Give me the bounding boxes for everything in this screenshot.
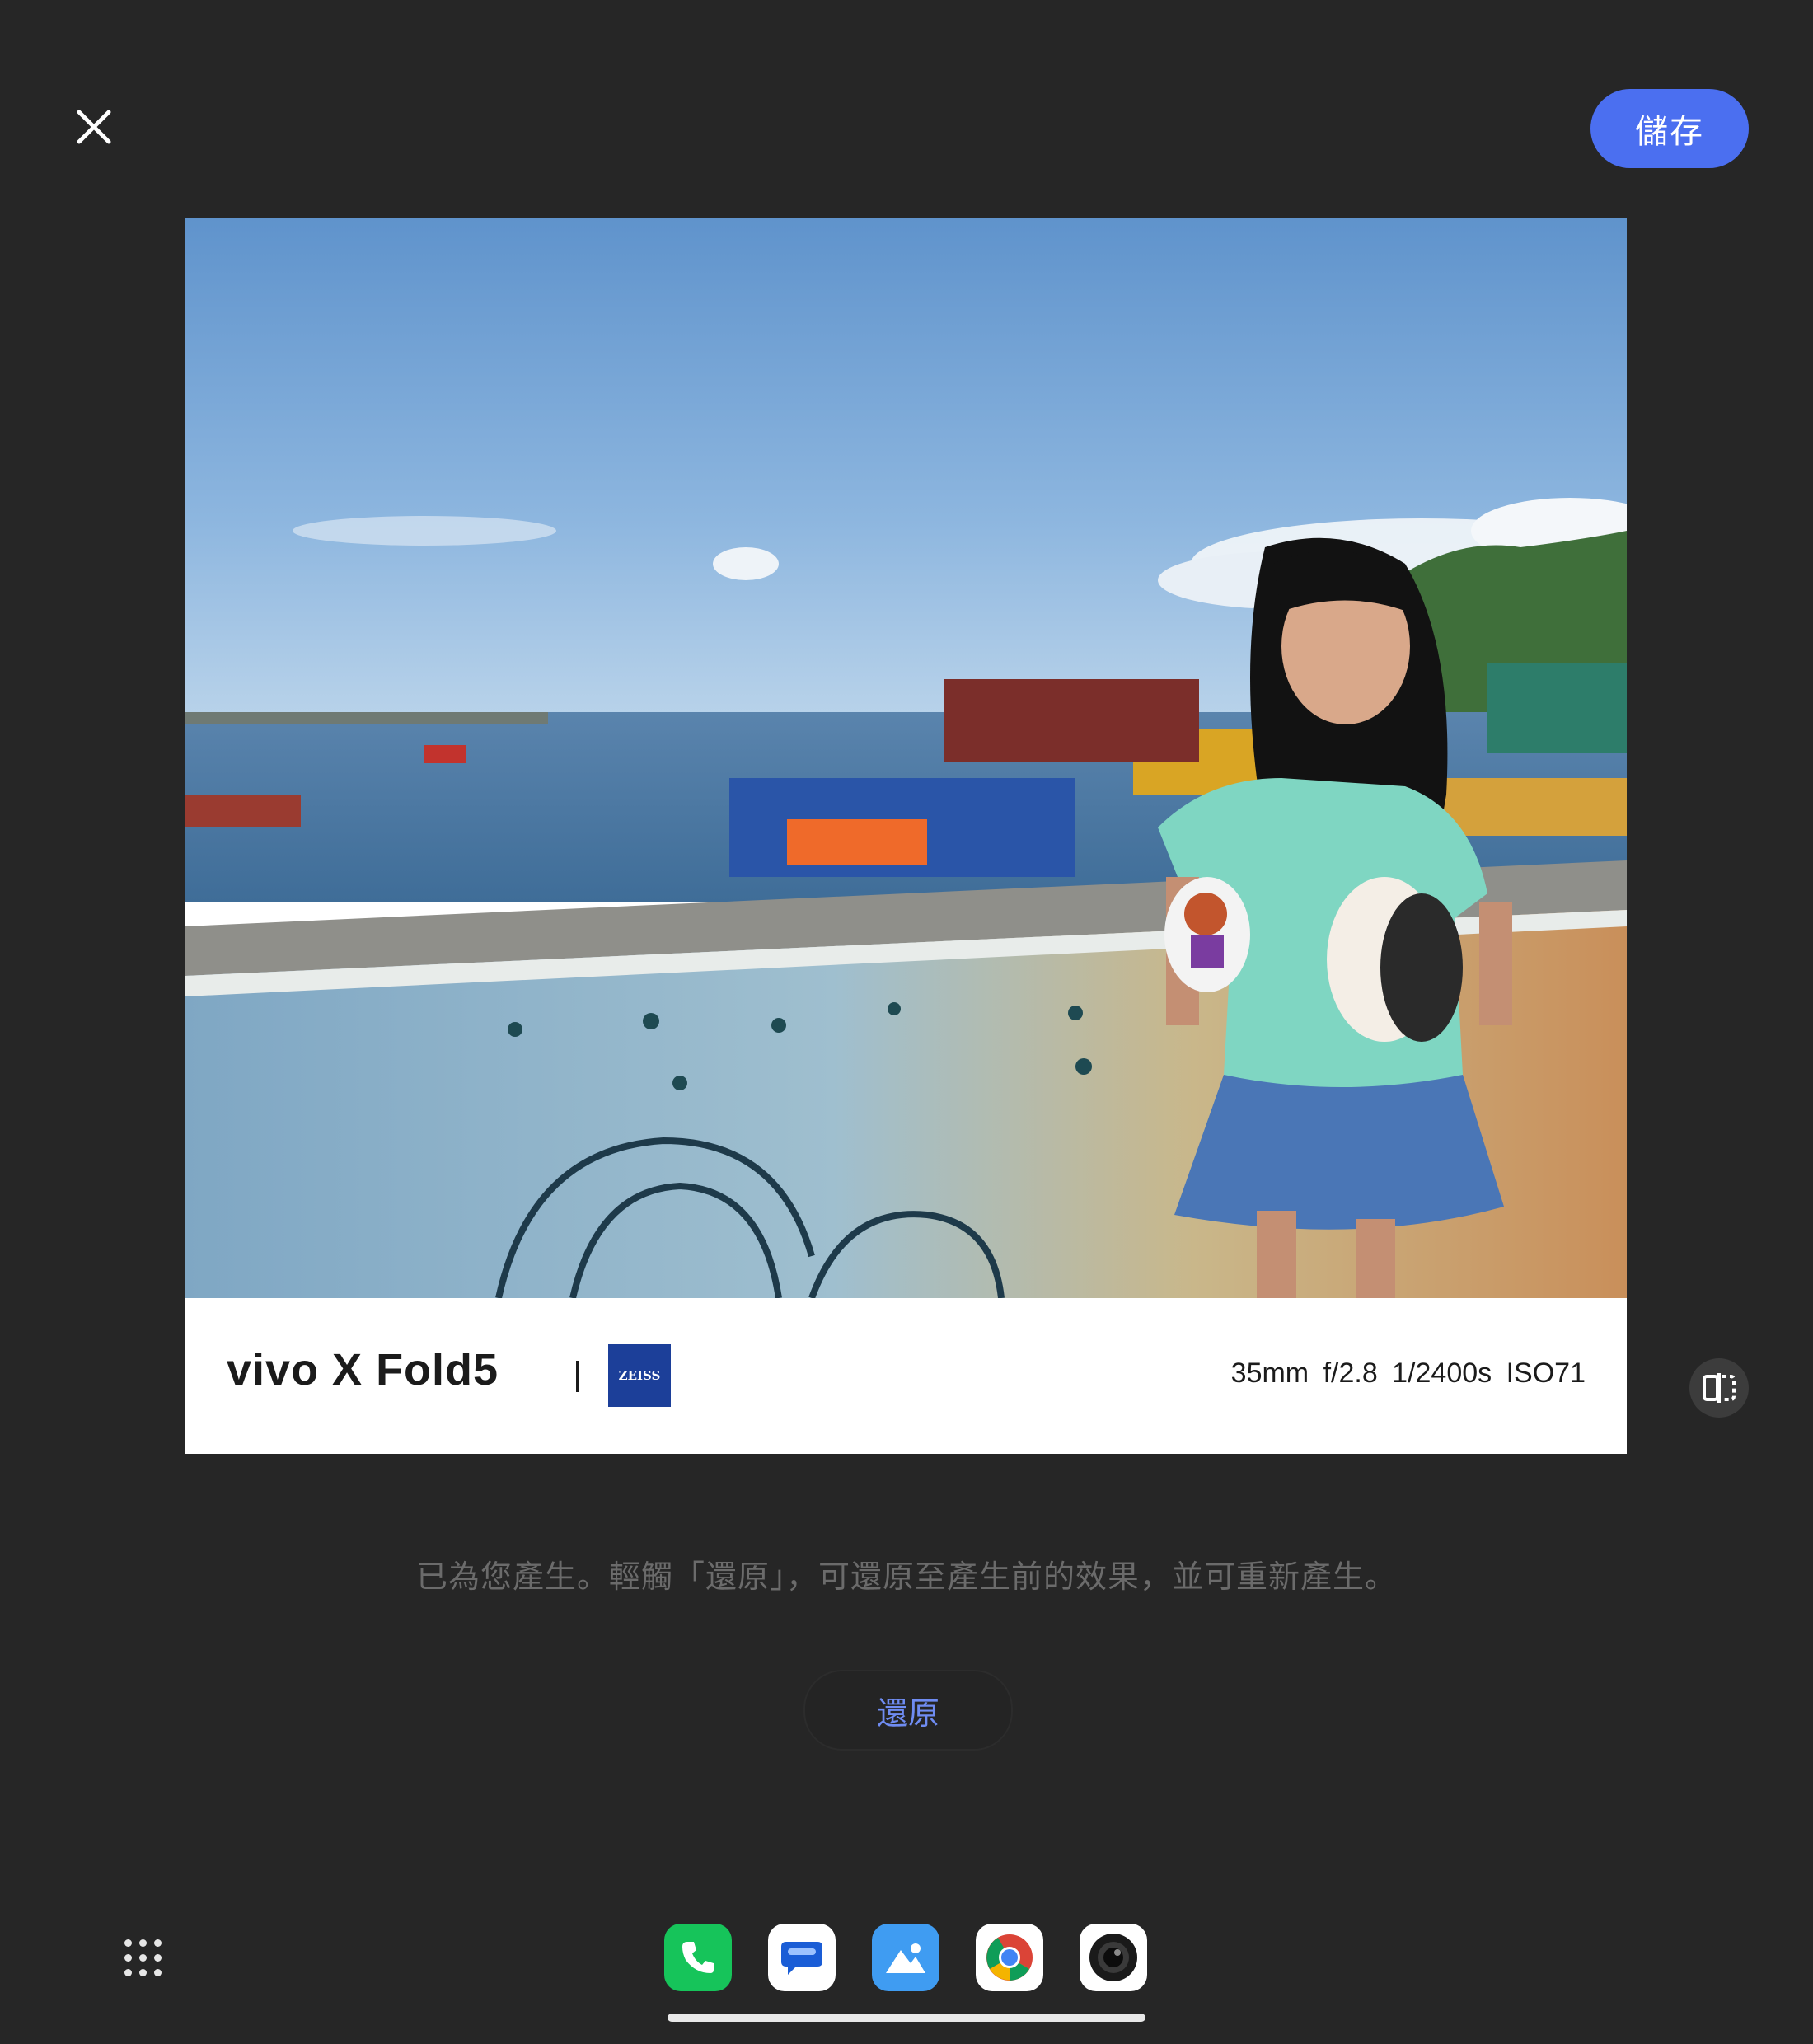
compare-button[interactable]: [1689, 1358, 1749, 1418]
photo-preview: vivo X Fold5 ZEISS 35mm f/2.8 1/2400s IS…: [185, 218, 1627, 1454]
camera-watermark: vivo X Fold5 ZEISS 35mm f/2.8 1/2400s IS…: [185, 1298, 1627, 1454]
exif-info: 35mm f/2.8 1/2400s ISO71: [1230, 1357, 1586, 1389]
close-button[interactable]: [64, 97, 124, 157]
phone-icon[interactable]: [664, 1924, 732, 1991]
close-icon: [77, 110, 111, 144]
chrome-icon[interactable]: [976, 1924, 1043, 1991]
camera-icon[interactable]: [1080, 1924, 1147, 1991]
restore-hint: 已為您產生。輕觸「還原」，可還原至產生前的效果，並可重新產生。: [415, 1559, 1397, 1595]
harbour-portrait-photo: [185, 218, 1627, 1298]
watermark-divider: [576, 1361, 579, 1392]
app-dock: [664, 1924, 1147, 1991]
device-brand: vivo X Fold5: [227, 1345, 499, 1395]
restore-button[interactable]: 還原: [803, 1670, 1013, 1751]
zeiss-logo: ZEISS: [608, 1344, 671, 1407]
app-drawer-icon[interactable]: [120, 1935, 165, 1980]
photo-image: [185, 218, 1627, 1298]
gallery-icon[interactable]: [872, 1924, 939, 1991]
messages-icon[interactable]: [768, 1924, 836, 1991]
photo-editor-screen: 儲存 vivo X Fold5 ZEISS 35mm f/2.8 1/2400s…: [0, 0, 1813, 2044]
home-indicator[interactable]: [668, 2014, 1145, 2022]
compare-icon: [1703, 1373, 1736, 1403]
save-button[interactable]: 儲存: [1590, 89, 1749, 168]
